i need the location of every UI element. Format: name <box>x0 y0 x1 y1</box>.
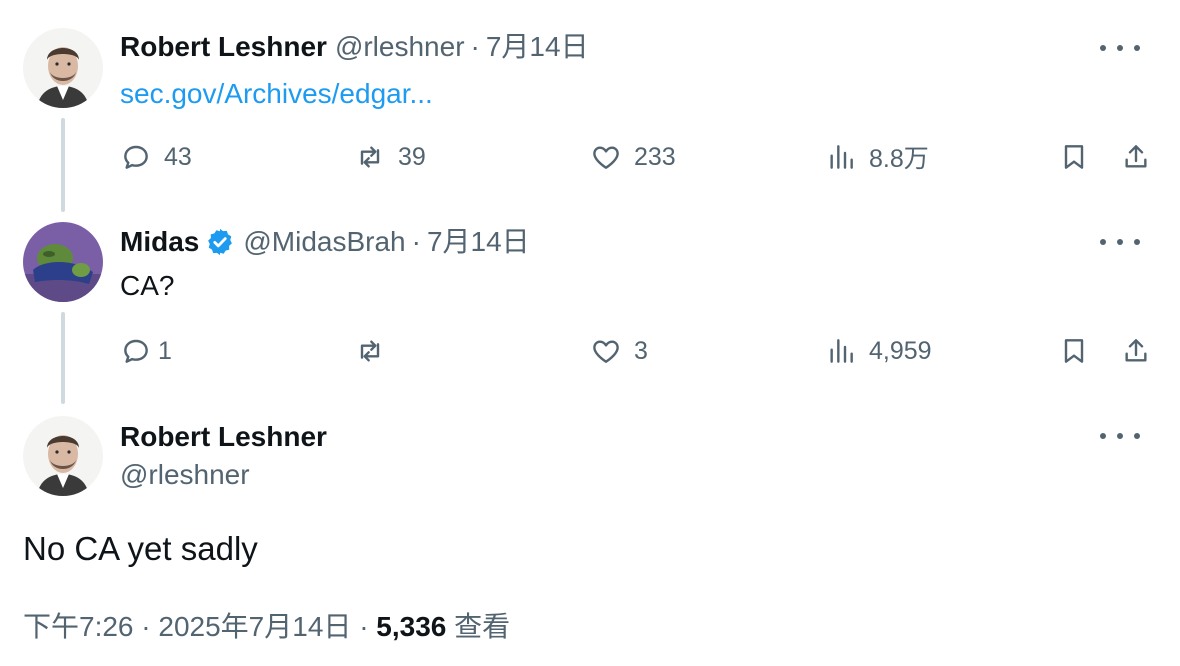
more-icon <box>1100 45 1106 51</box>
like-icon <box>593 146 619 169</box>
more-icon-dot <box>1134 239 1140 245</box>
tweet-header: Robert Leshner <box>120 420 327 454</box>
repost-button[interactable] <box>354 331 398 371</box>
bookmark-icon <box>1064 145 1084 169</box>
more-options-button[interactable] <box>1100 232 1140 252</box>
reply-icon <box>124 339 148 363</box>
tweet-time[interactable]: 下午7:26 <box>23 611 134 642</box>
tweet-date[interactable]: 7月14日 <box>427 225 530 259</box>
more-options-button[interactable] <box>1100 426 1140 446</box>
tweet-body: CA? <box>120 270 175 301</box>
views-count: 4,959 <box>869 336 932 365</box>
reply-button[interactable]: 1 <box>120 331 172 371</box>
separator: · <box>359 611 369 642</box>
repost-button[interactable]: 39 <box>354 137 426 177</box>
action-bar: 43 39 233 8.8万 <box>120 137 1160 177</box>
thread-line <box>61 312 65 404</box>
tweet-body: sec.gov/Archives/edgar... <box>120 76 433 112</box>
reply-count: 43 <box>164 142 192 171</box>
repost-count: 39 <box>398 142 426 171</box>
tweet-date[interactable]: 2025年7月14日 <box>158 611 351 642</box>
avatar-robert-leshner[interactable] <box>23 28 103 108</box>
author-name[interactable]: Robert Leshner <box>120 420 327 454</box>
thread-line <box>61 118 65 212</box>
share-icon <box>1125 145 1147 168</box>
share-button[interactable] <box>1120 331 1152 371</box>
author-handle[interactable]: @rleshner <box>335 30 465 64</box>
author-handle[interactable]: @MidasBrah <box>243 225 405 259</box>
views-label: 查看 <box>454 611 511 642</box>
reply-icon <box>124 145 148 169</box>
tweet-meta: 下午7:26 · 2025年7月14日 · 5,336 查看 <box>23 610 510 644</box>
separator: · <box>411 226 421 257</box>
views-count: 5,336 <box>376 611 447 642</box>
like-button[interactable]: 233 <box>590 137 676 177</box>
like-icon <box>593 340 619 363</box>
separator: · <box>470 31 480 62</box>
author-handle[interactable]: @rleshner <box>120 458 250 492</box>
bookmark-button[interactable] <box>1058 137 1090 177</box>
views-count: 8.8万 <box>869 145 929 173</box>
more-icon <box>1100 239 1106 245</box>
tweet-date[interactable]: 7月14日 <box>486 30 589 64</box>
bookmark-icon <box>1064 339 1084 363</box>
views-icon <box>830 339 853 363</box>
author-name[interactable]: Robert Leshner <box>120 30 327 64</box>
views-button[interactable]: 4,959 <box>825 331 932 371</box>
reply-button[interactable]: 43 <box>120 137 192 177</box>
like-button[interactable]: 3 <box>590 331 648 371</box>
more-icon-dot <box>1117 45 1123 51</box>
repost-icon <box>360 340 380 362</box>
tweet-body: No CA yet sadly <box>23 530 258 567</box>
share-button[interactable] <box>1120 137 1152 177</box>
like-count: 3 <box>634 336 648 365</box>
tweet-link[interactable]: sec.gov/Archives/edgar... <box>120 78 433 109</box>
repost-icon <box>360 146 380 168</box>
tweet-header: Midas @MidasBrah · 7月14日 <box>120 225 530 259</box>
verified-badge-icon[interactable] <box>205 227 235 257</box>
more-icon <box>1100 433 1106 439</box>
separator: · <box>141 611 151 642</box>
more-options-button[interactable] <box>1100 38 1140 58</box>
more-icon-dot <box>1117 239 1123 245</box>
avatar-midas[interactable] <box>23 222 103 302</box>
more-icon-dot <box>1117 433 1123 439</box>
bookmark-button[interactable] <box>1058 331 1090 371</box>
views-icon <box>830 145 853 169</box>
like-count: 233 <box>634 142 676 171</box>
more-icon-dot <box>1134 45 1140 51</box>
reply-count: 1 <box>158 336 172 365</box>
author-name[interactable]: Midas <box>120 225 199 259</box>
more-icon-dot <box>1134 433 1140 439</box>
tweet-header: Robert Leshner @rleshner · 7月14日 <box>120 30 589 64</box>
action-bar: 1 3 4,959 <box>120 331 1160 371</box>
avatar-robert-leshner[interactable] <box>23 416 103 496</box>
share-icon <box>1125 339 1147 362</box>
views-button[interactable]: 8.8万 <box>825 137 929 177</box>
